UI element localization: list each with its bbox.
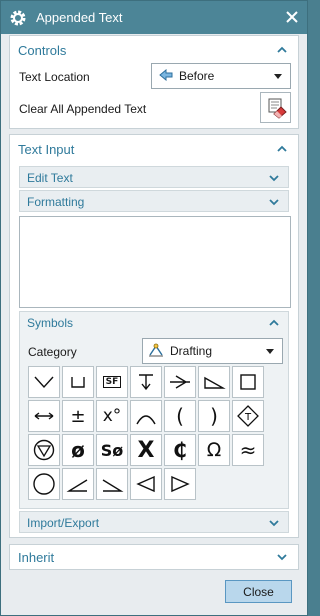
symbol-angle-down-icon[interactable] — [96, 468, 128, 500]
window-close-icon[interactable] — [284, 9, 300, 25]
symbol-centerline-icon[interactable]: ₵ — [164, 434, 196, 466]
symbols-title: Symbols — [27, 315, 74, 330]
symbol-slope-icon[interactable] — [198, 366, 230, 398]
category-dropdown[interactable]: Drafting — [142, 338, 283, 364]
symbol-arc-length-icon[interactable] — [28, 400, 60, 432]
right-paren-glyph: ) — [210, 404, 218, 428]
symbol-sf-icon[interactable]: SF — [96, 366, 128, 398]
symbol-countersink-icon[interactable] — [164, 366, 196, 398]
text-location-dropdown[interactable]: Before — [151, 63, 291, 89]
symbol-angle-up-icon[interactable] — [62, 468, 94, 500]
symbol-approx-icon[interactable]: ≈ — [232, 434, 264, 466]
degree-glyph: x° — [102, 406, 122, 426]
import-export-title: Import/Export — [27, 515, 100, 530]
text-location-value: Before — [179, 69, 215, 83]
edit-text-title: Edit Text — [27, 170, 73, 185]
window-title: Appended Text — [36, 10, 123, 25]
symbol-diameter-icon[interactable]: ø — [62, 434, 94, 466]
datum-target-letter: T — [244, 412, 252, 423]
chevron-up-icon — [269, 319, 279, 326]
diameter-glyph: ø — [71, 438, 85, 462]
chevron-down-icon — [277, 554, 287, 561]
chevron-down-icon — [266, 349, 274, 354]
symbol-plus-minus-icon[interactable]: ± — [62, 400, 94, 432]
symbol-triangle-right-icon[interactable] — [164, 468, 196, 500]
symbol-omega-icon[interactable]: Ω — [198, 434, 230, 466]
spherical-diameter-glyph: Sø — [100, 440, 124, 460]
chevron-down-icon — [269, 519, 279, 526]
drafting-icon — [148, 343, 164, 360]
symbol-right-paren-icon[interactable]: ) — [198, 400, 230, 432]
symbol-depth-icon[interactable] — [130, 366, 162, 398]
plus-minus-glyph: ± — [70, 405, 86, 427]
text-input-title: Text Input — [18, 141, 75, 157]
chevron-up-icon — [277, 145, 287, 152]
eraser-icon — [268, 98, 287, 119]
text-input-area[interactable] — [19, 216, 291, 308]
symbol-triangle-left-icon[interactable] — [130, 468, 162, 500]
symbol-arc-icon[interactable] — [130, 400, 162, 432]
approx-glyph: ≈ — [239, 438, 257, 462]
clear-appended-label: Clear All Appended Text — [19, 102, 147, 116]
symbols-header[interactable]: Symbols — [20, 312, 288, 333]
category-value: Drafting — [170, 344, 213, 358]
edit-text-group[interactable]: Edit Text — [19, 166, 289, 188]
chevron-up-icon — [277, 46, 287, 53]
text-location-label: Text Location — [19, 70, 90, 84]
symbol-cross-icon[interactable]: X — [130, 434, 162, 466]
appended-text-dialog: Appended Text Controls Text Location Bef… — [0, 0, 308, 616]
chevron-down-icon — [274, 74, 282, 79]
formatting-title: Formatting — [27, 194, 85, 209]
controls-title: Controls — [18, 42, 67, 58]
symbol-spherical-diameter-icon[interactable]: Sø — [96, 434, 128, 466]
symbol-basic-box-icon[interactable] — [62, 366, 94, 398]
chevron-down-icon — [269, 198, 279, 205]
cross-glyph: X — [137, 437, 155, 463]
inherit-section[interactable]: Inherit — [9, 544, 299, 570]
gear-icon — [8, 8, 28, 28]
omega-glyph: Ω — [206, 439, 222, 461]
title-bar: Appended Text — [1, 1, 307, 34]
controls-header[interactable]: Controls — [10, 36, 298, 64]
centerline-glyph: ₵ — [173, 438, 187, 462]
symbol-datum-target-icon[interactable]: T — [232, 400, 264, 432]
symbol-circle-icon[interactable] — [28, 468, 60, 500]
category-label: Category — [28, 345, 77, 359]
symbol-left-paren-icon[interactable]: ( — [164, 400, 196, 432]
arrow-left-icon — [159, 68, 173, 84]
left-paren-glyph: ( — [176, 404, 184, 428]
symbol-degree-icon[interactable]: x° — [96, 400, 128, 432]
symbol-chevron-down-icon[interactable] — [28, 366, 60, 398]
symbol-circled-triangle-icon[interactable] — [28, 434, 60, 466]
import-export-group[interactable]: Import/Export — [19, 511, 289, 533]
close-button[interactable]: Close — [225, 580, 292, 603]
formatting-group[interactable]: Formatting — [19, 190, 289, 212]
text-input-header[interactable]: Text Input — [10, 135, 298, 163]
inherit-title: Inherit — [18, 549, 55, 565]
symbol-square-icon[interactable] — [232, 366, 264, 398]
sf-box: SF — [102, 376, 122, 388]
chevron-down-icon — [269, 174, 279, 181]
clear-all-button[interactable] — [260, 92, 291, 123]
